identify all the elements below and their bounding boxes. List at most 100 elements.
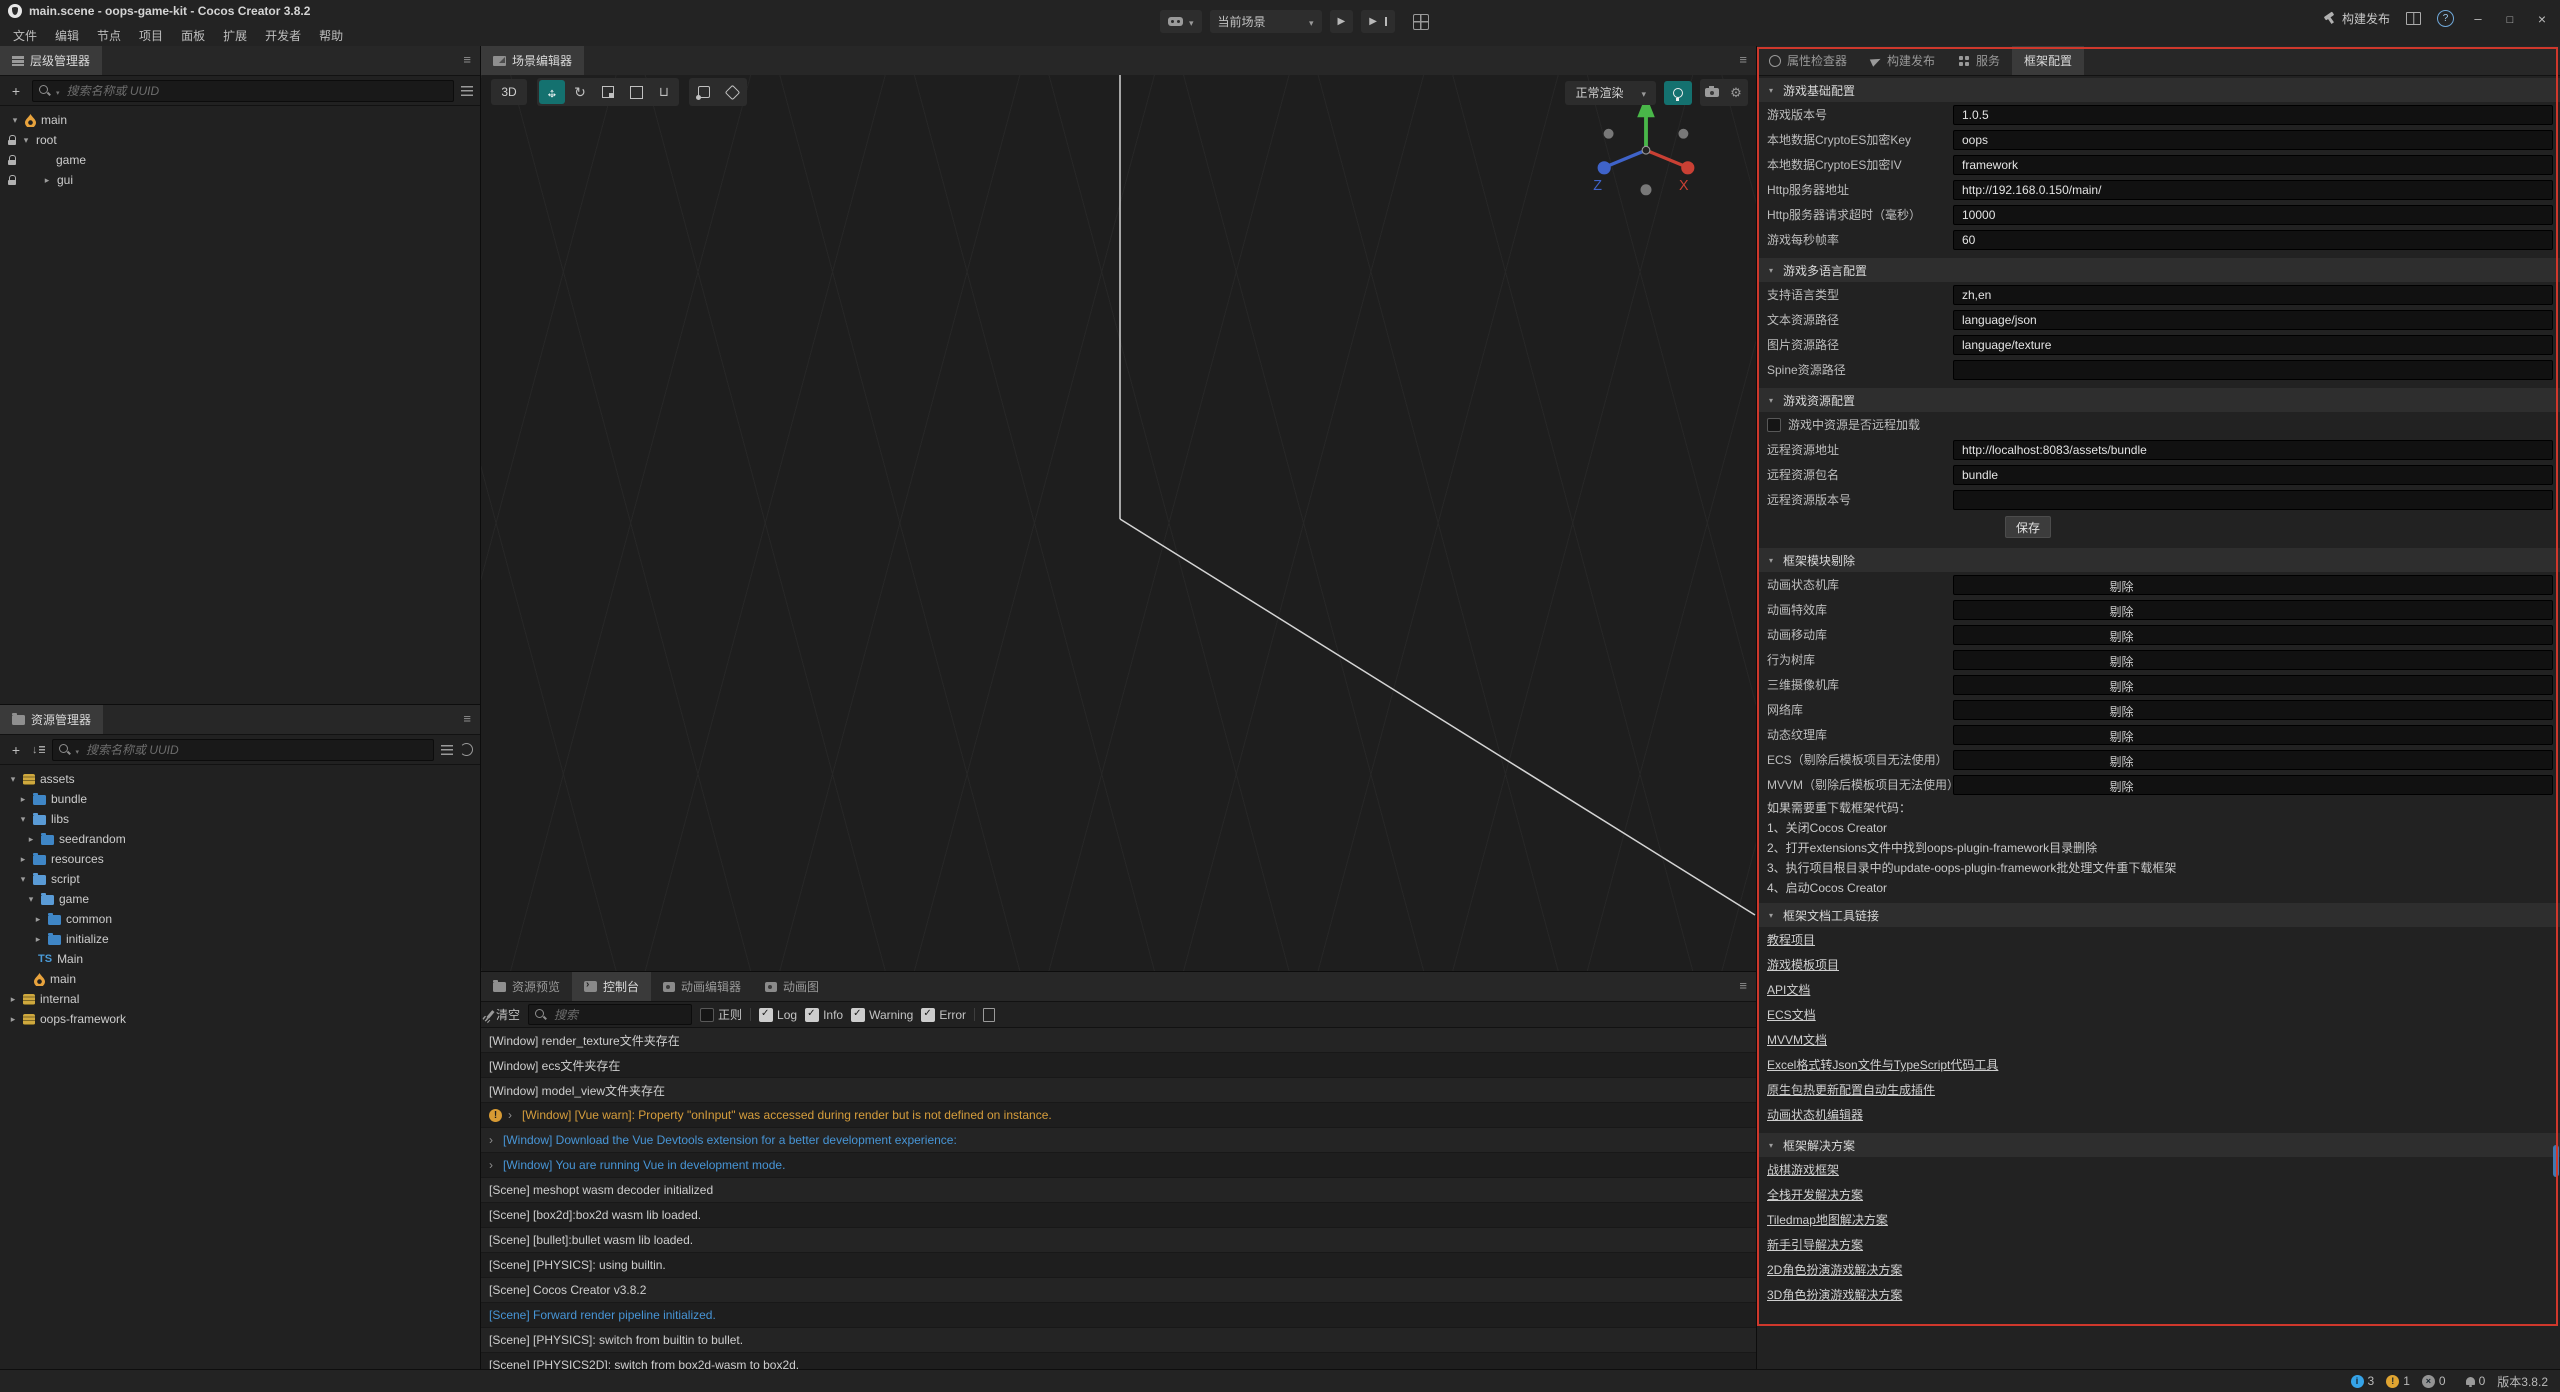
assets-search-input[interactable] — [84, 742, 427, 758]
asset-node-assets[interactable]: assets — [0, 769, 480, 789]
build-publish-button[interactable]: 构建发布 — [2323, 10, 2390, 27]
log-row[interactable]: [Scene] meshopt wasm decoder initialized — [481, 1178, 1756, 1203]
doc-link[interactable]: 原生包热更新配置自动生成插件 — [1767, 1081, 1935, 1098]
remote-bundle-name-input[interactable] — [1953, 465, 2553, 485]
menu-panel[interactable]: 面板 — [172, 25, 214, 46]
remove-module-button[interactable]: 剔除 — [1953, 575, 2553, 595]
asset-node-bundle[interactable]: bundle — [0, 789, 480, 809]
tab-inspector[interactable]: 属性检查器 — [1757, 46, 1859, 75]
orientation-gizmo[interactable]: X Z — [1591, 93, 1701, 203]
gear-icon[interactable] — [1726, 81, 1746, 104]
help-icon[interactable] — [2437, 10, 2454, 27]
link-row[interactable]: 全栈开发解决方案 — [1757, 1182, 2560, 1207]
pivot-mode-button[interactable] — [691, 80, 717, 104]
tab-services[interactable]: 服务 — [1947, 46, 2012, 75]
menu-extension[interactable]: 扩展 — [214, 25, 256, 46]
panel-menu-icon[interactable] — [463, 52, 471, 67]
doc-link[interactable]: MVVM文档 — [1767, 1031, 1827, 1048]
tab-scene-editor[interactable]: 场景编辑器 — [481, 46, 584, 75]
expand-chevron-icon[interactable] — [489, 1133, 497, 1147]
tab-hierarchy[interactable]: 层级管理器 — [0, 46, 102, 75]
log-row[interactable]: [Window] ecs文件夹存在 — [481, 1053, 1756, 1078]
asset-node-resources[interactable]: resources — [0, 849, 480, 869]
coordinate-mode-button[interactable] — [719, 80, 745, 104]
asset-node-common[interactable]: common — [0, 909, 480, 929]
doc-link[interactable]: 游戏模板项目 — [1767, 956, 1839, 973]
tab-assets[interactable]: 资源管理器 — [0, 705, 103, 734]
chevron-collapsed-icon[interactable] — [18, 854, 28, 865]
crypto-key-input[interactable] — [1953, 130, 2553, 150]
solution-link[interactable]: 战棋游戏框架 — [1767, 1161, 1839, 1178]
scale-tool-button[interactable] — [595, 80, 621, 104]
menu-node[interactable]: 节点 — [88, 25, 130, 46]
add-asset-button[interactable] — [7, 742, 25, 758]
tree-node-root[interactable]: root — [0, 130, 480, 150]
log-row-info[interactable]: [Window] Download the Vue Devtools exten… — [481, 1128, 1756, 1153]
tab-asset-preview[interactable]: 资源预览 — [481, 972, 572, 1001]
layout-grid-icon[interactable] — [1413, 14, 1429, 30]
menu-developer[interactable]: 开发者 — [256, 25, 310, 46]
status-error-count[interactable]: 0 — [2422, 1374, 2446, 1388]
doc-link[interactable]: 教程项目 — [1767, 931, 1815, 948]
checkbox-unchecked-icon[interactable] — [1767, 418, 1781, 432]
menu-edit[interactable]: 编辑 — [46, 25, 88, 46]
ui-transform-tool-button[interactable] — [651, 80, 677, 104]
tab-animation-editor[interactable]: 动画编辑器 — [651, 972, 753, 1001]
panel-menu-icon[interactable] — [1739, 52, 1747, 67]
log-row-warning[interactable]: [Window] [Vue warn]: Property "onInput" … — [481, 1103, 1756, 1128]
remove-module-button[interactable]: 剔除 — [1953, 775, 2553, 795]
image-res-path-input[interactable] — [1953, 335, 2553, 355]
filter-info-checkbox[interactable]: Info — [805, 1008, 843, 1022]
rotate-tool-button[interactable] — [567, 80, 593, 104]
close-button[interactable] — [2534, 11, 2550, 27]
asset-node-script[interactable]: script — [0, 869, 480, 889]
filter-icon[interactable] — [441, 745, 453, 755]
panel-menu-icon[interactable] — [1739, 978, 1747, 993]
solution-link[interactable]: 2D角色扮演游戏解决方案 — [1767, 1261, 1902, 1278]
link-row[interactable]: 3D角色扮演游戏解决方案 — [1757, 1282, 2560, 1307]
tree-node-main[interactable]: main — [0, 110, 480, 130]
chevron-collapsed-icon[interactable] — [33, 934, 43, 945]
link-row[interactable]: ECS文档 — [1757, 1002, 2560, 1027]
tab-build[interactable]: 构建发布 — [1859, 46, 1947, 75]
menu-project[interactable]: 项目 — [130, 25, 172, 46]
chevron-expanded-icon[interactable] — [21, 135, 31, 146]
3d-toggle-button[interactable]: 3D — [491, 79, 527, 105]
link-row[interactable]: 新手引导解决方案 — [1757, 1232, 2560, 1257]
hierarchy-search-input[interactable] — [65, 83, 447, 99]
tab-framework-config[interactable]: 框架配置 — [2012, 46, 2084, 75]
rect-tool-button[interactable] — [623, 80, 649, 104]
solution-link[interactable]: 新手引导解决方案 — [1767, 1236, 1863, 1253]
camera-icon[interactable] — [1705, 88, 1719, 97]
move-tool-button[interactable] — [539, 80, 565, 104]
spine-res-path-input[interactable] — [1953, 360, 2553, 380]
link-row[interactable]: 动画状态机编辑器 — [1757, 1102, 2560, 1127]
remove-module-button[interactable]: 剔除 — [1953, 625, 2553, 645]
fps-input[interactable] — [1953, 230, 2553, 250]
step-button[interactable] — [1361, 10, 1395, 33]
link-row[interactable]: 教程项目 — [1757, 927, 2560, 952]
play-button[interactable] — [1330, 10, 1354, 33]
section-game-basic[interactable]: 游戏基础配置 — [1757, 78, 2560, 102]
link-row[interactable]: Tiledmap地图解决方案 — [1757, 1207, 2560, 1232]
hierarchy-search-box[interactable] — [32, 80, 454, 102]
asset-node-initialize[interactable]: initialize — [0, 929, 480, 949]
doc-link[interactable]: ECS文档 — [1767, 1006, 1816, 1023]
chevron-expanded-icon[interactable] — [18, 874, 28, 885]
solution-link[interactable]: Tiledmap地图解决方案 — [1767, 1211, 1888, 1228]
clear-console-button[interactable]: 清空 — [489, 1006, 520, 1023]
remote-res-version-input[interactable] — [1953, 490, 2553, 510]
menu-help[interactable]: 帮助 — [310, 25, 352, 46]
section-game-resources[interactable]: 游戏资源配置 — [1757, 388, 2560, 412]
lighting-toggle-button[interactable] — [1664, 81, 1692, 105]
asset-node-seedrandom[interactable]: seedrandom — [0, 829, 480, 849]
checkbox-unchecked-icon[interactable] — [700, 1008, 714, 1022]
link-row[interactable]: MVVM文档 — [1757, 1027, 2560, 1052]
log-row-info[interactable]: [Window] You are running Vue in developm… — [481, 1153, 1756, 1178]
tab-console[interactable]: 控制台 — [572, 972, 651, 1001]
minimize-button[interactable] — [2470, 11, 2486, 26]
http-timeout-input[interactable] — [1953, 205, 2553, 225]
save-button[interactable]: 保存 — [2005, 516, 2051, 538]
log-row[interactable]: [Window] model_view文件夹存在 — [481, 1078, 1756, 1103]
log-row-info[interactable]: [Scene] Forward render pipeline initiali… — [481, 1303, 1756, 1328]
